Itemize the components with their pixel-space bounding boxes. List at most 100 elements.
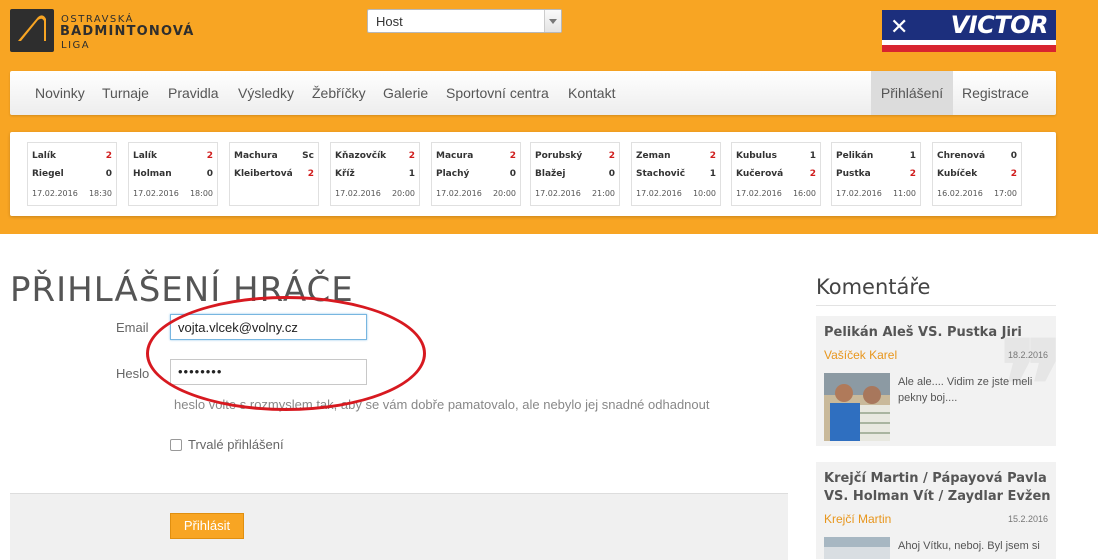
nav-item-galerie[interactable]: Galerie — [383, 71, 428, 115]
match-time: 21:00 — [591, 189, 615, 198]
match-score-1: 2 — [608, 151, 615, 161]
match-score-1: 2 — [105, 151, 112, 161]
match-time: 16:00 — [792, 189, 816, 198]
match-card[interactable]: Lalík 2 Holman 0 17.02.2016 18:00 — [128, 142, 218, 206]
match-card[interactable]: Pelikán 1 Pustka 2 17.02.2016 11:00 — [831, 142, 921, 206]
match-card[interactable]: Macura 2 Plachý 0 17.02.2016 20:00 — [431, 142, 521, 206]
match-date: 17.02.2016 — [836, 189, 882, 198]
nav-item-sportovni-centra[interactable]: Sportovní centra — [446, 71, 549, 115]
match-player-2: Holman — [133, 169, 172, 179]
match-time: 18:30 — [88, 189, 112, 198]
nav-item-vysledky[interactable]: Výsledky — [238, 71, 294, 115]
match-score-2: 0 — [206, 169, 213, 179]
match-score-2: 1 — [709, 169, 716, 179]
match-time: 20:00 — [492, 189, 516, 198]
match-player-2: Stachovič — [636, 169, 686, 179]
sponsor-logo[interactable]: ✕ VICTOR — [882, 10, 1056, 52]
match-score-1: 2 — [206, 151, 213, 161]
user-select-value: Host — [376, 14, 403, 29]
email-label: Email — [116, 320, 149, 335]
nav-item-turnaje[interactable]: Turnaje — [102, 71, 149, 115]
form-footer — [10, 493, 788, 560]
match-date: 17.02.2016 — [736, 189, 782, 198]
match-score-1: 0 — [1010, 151, 1017, 161]
site-logo[interactable]: OSTRAVSKÁ BADMINTONOVÁ LIGA — [10, 9, 220, 54]
match-card[interactable]: Chrenová 0 Kubíček 2 16.02.2016 17:00 — [932, 142, 1022, 206]
match-date: 17.02.2016 — [436, 189, 482, 198]
login-button[interactable]: Přihlásit — [170, 513, 244, 539]
match-score-1: 1 — [809, 151, 816, 161]
password-field[interactable]: •••••••• — [170, 359, 367, 385]
match-date: 17.02.2016 — [32, 189, 78, 198]
nav-item-zebricky[interactable]: Žebříčky — [312, 71, 366, 115]
comment-text: Ahoj Vítku, neboj. Byl jsem si — [898, 540, 1040, 552]
nav-item-registrace[interactable]: Registrace — [962, 71, 1029, 115]
match-player-1: Porubský — [535, 151, 583, 161]
logo-shuttlecock-icon — [10, 9, 54, 52]
user-select[interactable]: Host — [367, 9, 562, 33]
match-score-1: 2 — [509, 151, 516, 161]
nav-item-novinky[interactable]: Novinky — [35, 71, 85, 115]
main-nav: Novinky Turnaje Pravidla Výsledky Žebříč… — [10, 71, 1056, 115]
match-score-2: 0 — [105, 169, 112, 179]
comment-title[interactable]: Krejčí Martin / Pápayová Pavla VS. Holma… — [824, 470, 1052, 506]
match-card[interactable]: Lalík 2 Riegel 0 17.02.2016 18:30 — [27, 142, 117, 206]
match-player-1: Kubulus — [736, 151, 777, 161]
comment-photo — [824, 537, 890, 559]
match-player-2: Kleibertová — [234, 169, 293, 179]
sponsor-name: ✕ VICTOR — [882, 10, 1056, 40]
match-date: 17.02.2016 — [636, 189, 682, 198]
match-player-2: Plachý — [436, 169, 470, 179]
match-player-2: Kubíček — [937, 169, 978, 179]
logo-line-2: BADMINTONOVÁ — [60, 24, 195, 39]
victor-wings-icon: ✕ — [890, 15, 908, 40]
comments-divider — [816, 305, 1056, 306]
match-player-1: Kňazovčík — [335, 151, 387, 161]
match-card[interactable]: Kňazovčík 2 Kříž 1 17.02.2016 20:00 — [330, 142, 420, 206]
site-header: OSTRAVSKÁ BADMINTONOVÁ LIGA Host ✕ VICTO… — [0, 0, 1098, 234]
comment-card[interactable]: ❞ Pelikán Aleš VS. Pustka Jiri Vašíček K… — [816, 316, 1056, 446]
nav-item-pravidla[interactable]: Pravidla — [168, 71, 219, 115]
nav-item-kontakt[interactable]: Kontakt — [568, 71, 615, 115]
comment-date: 18.2.2016 — [1007, 350, 1048, 360]
comment-author[interactable]: Vašíček Karel — [824, 348, 897, 362]
match-card[interactable]: Porubský 2 Blažej 0 17.02.2016 21:00 — [530, 142, 620, 206]
match-player-2: Blažej — [535, 169, 566, 179]
remember-label[interactable]: Trvalé přihlášení — [188, 437, 284, 452]
comment-date: 15.2.2016 — [1007, 514, 1048, 524]
match-time: 17:00 — [993, 189, 1017, 198]
match-score-1: 1 — [909, 151, 916, 161]
match-score-1: 2 — [709, 151, 716, 161]
nav-item-prihlaseni[interactable]: Přihlášení — [871, 71, 953, 115]
match-player-1: Zeman — [636, 151, 671, 161]
email-field[interactable] — [170, 314, 367, 340]
match-player-1: Macura — [436, 151, 474, 161]
match-score-1: Sc — [302, 151, 314, 161]
comment-card[interactable]: Krejčí Martin / Pápayová Pavla VS. Holma… — [816, 462, 1056, 559]
match-player-1: Lalík — [32, 151, 56, 161]
match-card[interactable]: Zeman 2 Stachovič 1 17.02.2016 10:00 — [631, 142, 721, 206]
comment-title[interactable]: Pelikán Aleš VS. Pustka Jiri — [824, 324, 1052, 342]
password-hint: heslo volte s rozmyslem tak, aby se vám … — [174, 397, 710, 412]
match-ticker: Lalík 2 Riegel 0 17.02.2016 18:30 Lalík … — [10, 132, 1056, 216]
comment-photo — [824, 373, 890, 441]
comments-title: Komentáře — [816, 275, 931, 299]
match-time: 11:00 — [892, 189, 916, 198]
page-title: PŘIHLÁŠENÍ HRÁČE — [10, 270, 354, 310]
match-card[interactable]: Kubulus 1 Kučerová 2 17.02.2016 16:00 — [731, 142, 821, 206]
match-player-2: Pustka — [836, 169, 871, 179]
match-date: 17.02.2016 — [535, 189, 581, 198]
match-score-2: 2 — [1010, 169, 1017, 179]
remember-checkbox[interactable] — [170, 439, 182, 451]
match-card[interactable]: Machura Sc Kleibertová 2 — [229, 142, 319, 206]
match-score-1: 2 — [408, 151, 415, 161]
match-time: 10:00 — [692, 189, 716, 198]
match-date: 17.02.2016 — [133, 189, 179, 198]
match-score-2: 2 — [909, 169, 916, 179]
comment-author[interactable]: Krejčí Martin — [824, 512, 891, 526]
sponsor-stripe-red — [882, 45, 1056, 52]
comment-text: Ale ale.... Vidim ze jste meli pekny boj… — [898, 376, 1033, 404]
match-date: 16.02.2016 — [937, 189, 983, 198]
match-time: 20:00 — [391, 189, 415, 198]
chevron-down-icon[interactable] — [544, 10, 561, 32]
